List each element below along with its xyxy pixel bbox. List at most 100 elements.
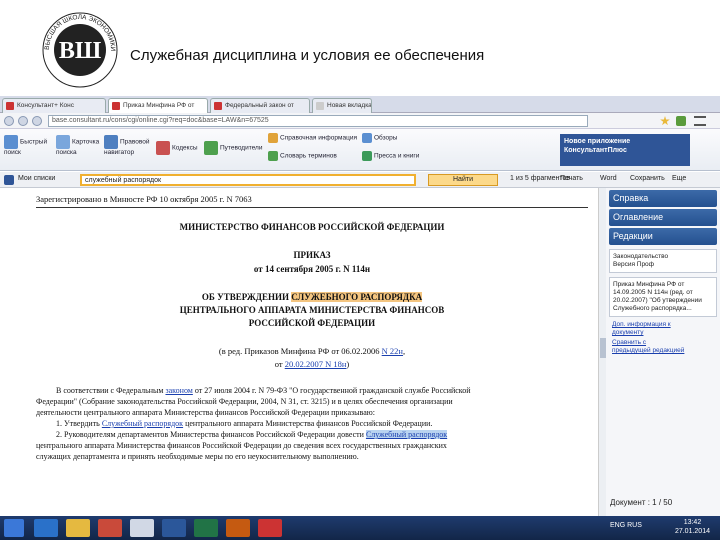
word-button[interactable]: Word: [600, 175, 617, 182]
toolbar-reviews[interactable]: Обзоры: [362, 133, 397, 143]
back-icon[interactable]: [4, 116, 14, 126]
url-input[interactable]: base.consultant.ru/cons/cgi/online.cgi?r…: [48, 115, 588, 127]
tab-federal-law[interactable]: Федеральный закон от: [210, 98, 310, 113]
document-scrollbar[interactable]: [598, 188, 606, 518]
tray-lang: ENG: [610, 522, 626, 529]
rules-link[interactable]: Служебный распорядок: [365, 430, 448, 439]
windows-start-icon[interactable]: [4, 519, 24, 537]
menu-icon[interactable]: [694, 116, 706, 126]
consultant-toolbar: Быстрый поиск Карточка поиска Правовой н…: [0, 129, 720, 171]
more-button[interactable]: Еще: [672, 175, 686, 182]
hse-logo: ВШ ВЫСШАЯ ШКОЛА ЭКОНОМИКИ: [42, 12, 118, 88]
toolbar-press[interactable]: Пресса и книги: [362, 151, 419, 161]
doc-box-line: 14.09.2005 N 114н (ред. от: [613, 289, 693, 296]
system-clock[interactable]: 13:42 27.01.2014: [675, 518, 710, 536]
consultant-favicon-icon: [214, 102, 222, 110]
clock-date: 27.01.2014: [674, 528, 710, 535]
lists-icon[interactable]: [4, 175, 14, 185]
codes-icon: [156, 141, 170, 155]
paragraph-text: 1. Утвердить: [56, 419, 102, 428]
my-lists-label[interactable]: Мои списки: [18, 175, 55, 182]
edition-link[interactable]: 20.02.2007 N 18н: [285, 359, 347, 369]
toolbar-navigator[interactable]: Правовой навигатор: [104, 135, 164, 157]
paragraph-3-line2: центрального аппарата Министерства финан…: [36, 441, 447, 450]
sidebar-button-contents[interactable]: Оглавление: [609, 209, 717, 226]
doc-box-line: Служебного распорядка...: [613, 305, 692, 312]
address-bar: base.consultant.ru/cons/cgi/online.cgi?r…: [0, 113, 720, 129]
bookmark-star-icon[interactable]: [660, 116, 670, 126]
browser-tab-bar: Консультант+ Конс Приказ Минфина РФ от Ф…: [0, 96, 720, 113]
extension-icon[interactable]: [676, 116, 686, 126]
subject-text: ОБ УТВЕРЖДЕНИИ: [201, 292, 292, 302]
edition-line1: (в ред. Приказов Минфина РФ от 06.02.200…: [36, 346, 588, 356]
toolbar-codes[interactable]: Кодексы: [156, 141, 198, 155]
media-icon[interactable]: [98, 519, 122, 537]
promo-line: Новое приложение: [564, 138, 631, 145]
page-label: Документ: [610, 498, 646, 507]
reviews-icon: [362, 133, 372, 143]
sidebar-button-reference[interactable]: Справка: [609, 190, 717, 207]
tab-order[interactable]: Приказ Минфина РФ от: [108, 98, 208, 113]
rules-link[interactable]: Служебный распорядок: [102, 419, 183, 428]
reload-icon[interactable]: [32, 116, 42, 126]
excel-icon[interactable]: [194, 519, 218, 537]
paragraph-3: 2. Руководителям департаментов Министерс…: [56, 430, 448, 439]
toolbar-label: Кодексы: [172, 144, 198, 152]
explorer-icon[interactable]: [66, 519, 90, 537]
page-value: 1 / 50: [652, 498, 673, 507]
tab-consultant[interactable]: Консультант+ Конс: [2, 98, 106, 113]
link-line: Сравнить с: [612, 339, 647, 346]
language-indicator[interactable]: ENG RUS: [610, 522, 642, 529]
edition-link[interactable]: N 22н: [382, 346, 403, 356]
toolbar-label: Путеводители: [220, 144, 263, 152]
ie-icon[interactable]: [34, 519, 58, 537]
law-box-line: Законодательство: [613, 253, 669, 260]
document-pane: Зарегистрировано в Минюсте РФ 10 октября…: [0, 188, 598, 518]
document-toolbar: Мои списки служебный распорядок Найти 1 …: [0, 172, 720, 188]
paragraph-3-line3: служащих департамента и принять необходи…: [36, 452, 359, 461]
search-value: служебный распорядок: [85, 177, 162, 184]
toolbar-label: Словарь терминов: [280, 152, 337, 160]
pdf-icon[interactable]: [258, 519, 282, 537]
toolbar-reference[interactable]: Справочная информация: [268, 133, 357, 143]
tab-label: Новая вкладка: [327, 102, 372, 109]
order-heading: ПРИКАЗ: [293, 250, 331, 260]
search-icon: [4, 135, 18, 149]
toolbar-quick-search[interactable]: Быстрый поиск: [4, 135, 64, 157]
print-button[interactable]: Печать: [560, 175, 583, 182]
powerpoint-icon[interactable]: [226, 519, 250, 537]
page-counter: Документ : 1 / 50: [610, 498, 673, 507]
slide-title: Служебная дисциплина и условия ее обеспе…: [130, 47, 485, 64]
paragraph-text: В соответствии с Федеральным: [56, 386, 166, 395]
search-in-text-input[interactable]: служебный распорядок: [80, 174, 416, 186]
toolbar-dictionary[interactable]: Словарь терминов: [268, 151, 337, 161]
link-line: Доп. информация к: [612, 321, 671, 328]
link-line: предыдущей редакцией: [612, 347, 685, 354]
word-icon[interactable]: [162, 519, 186, 537]
forward-icon[interactable]: [18, 116, 28, 126]
sidebar-button-editions[interactable]: Редакции: [609, 228, 717, 245]
guides-icon: [204, 141, 218, 155]
svg-text:ВШ: ВШ: [59, 38, 101, 64]
edition-line2: от 20.02.2007 N 18н): [36, 359, 588, 369]
compare-edition-link[interactable]: Сравнить с предыдущей редакцией: [612, 339, 714, 355]
screenshot: Консультант+ Конс Приказ Минфина РФ от Ф…: [0, 96, 720, 540]
separator: [36, 207, 588, 208]
tab-new[interactable]: Новая вкладка: [312, 98, 372, 113]
promo-line: КонсультантПлюс: [564, 147, 627, 154]
paragraph-1-line2: Федерации" (Собрание законодательства Ро…: [36, 397, 453, 406]
find-button[interactable]: Найти: [428, 174, 498, 186]
toolbar-guides[interactable]: Путеводители: [204, 141, 262, 155]
save-button[interactable]: Сохранить: [630, 175, 665, 182]
order-subject-line2: ЦЕНТРАЛЬНОГО АППАРАТА МИНИСТЕРСТВА ФИНАН…: [179, 305, 445, 315]
clock-time: 13:42: [683, 519, 702, 526]
chrome-icon[interactable]: [130, 519, 154, 537]
law-link[interactable]: законом: [165, 386, 192, 395]
consultant-favicon-icon: [112, 102, 120, 110]
law-section-box: Законодательство Версия Проф: [609, 249, 717, 273]
order-subject-line3: РОССИЙСКОЙ ФЕДЕРАЦИИ: [248, 318, 376, 328]
promo-banner[interactable]: Новое приложение КонсультантПлюс: [560, 134, 690, 166]
edition-text: от: [274, 359, 285, 369]
extra-info-link[interactable]: Доп. информация к документу: [612, 321, 714, 337]
toolbar-label: Пресса и книги: [374, 152, 420, 160]
